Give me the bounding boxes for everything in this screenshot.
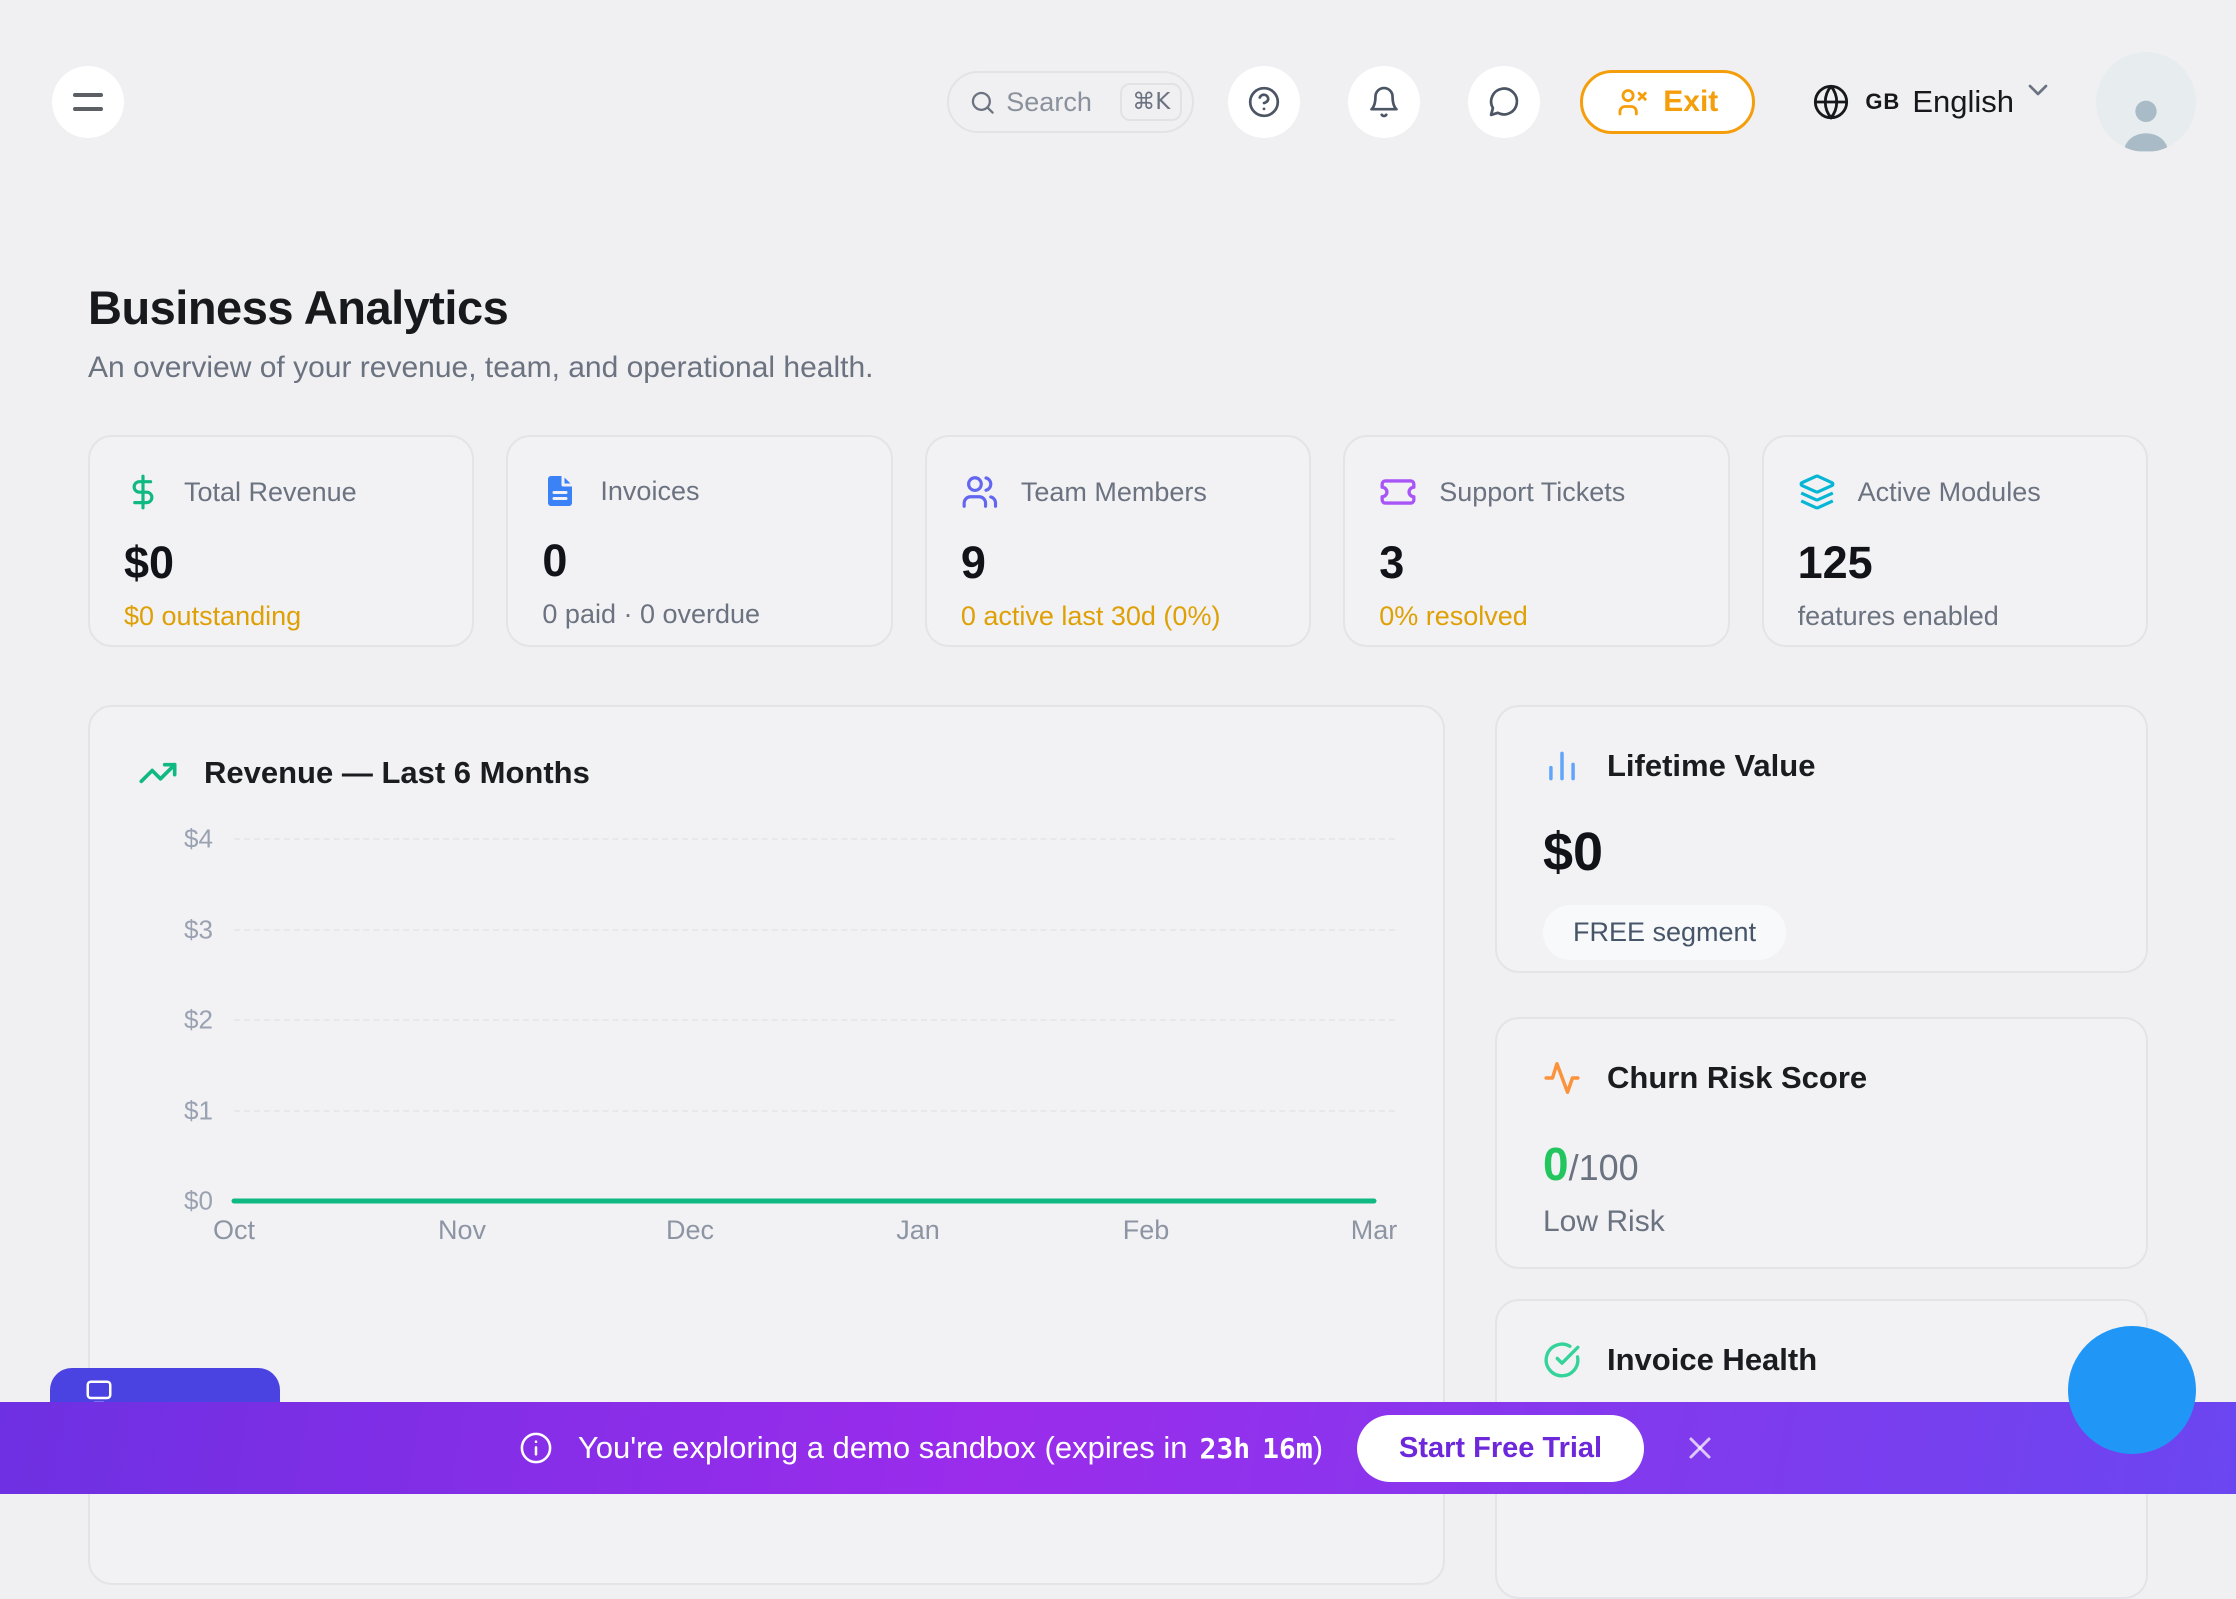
stat-label: Support Tickets	[1439, 477, 1625, 508]
stat-value: 125	[1798, 537, 2112, 589]
top-bar-actions: ⌘K Exit GB Eng	[947, 52, 2196, 152]
card-title: Invoice Health	[1607, 1342, 1817, 1378]
banner-hours: 23h	[1200, 1432, 1251, 1465]
info-icon	[518, 1430, 554, 1466]
bar-chart-icon	[1543, 747, 1581, 785]
x-tick: Mar	[1351, 1215, 1398, 1246]
x-tick: Jan	[896, 1215, 940, 1246]
search-input[interactable]	[1006, 87, 1110, 118]
user-x-icon	[1617, 86, 1649, 118]
card-title: Churn Risk Score	[1607, 1060, 1867, 1096]
invoice-file-icon	[542, 473, 578, 509]
chart-title: Revenue — Last 6 Months	[204, 755, 590, 791]
page-title: Business Analytics	[88, 280, 2148, 335]
stat-card-invoices: Invoices 0 0 paid · 0 overdue	[506, 435, 892, 647]
stat-label: Active Modules	[1858, 477, 2041, 508]
menu-button[interactable]	[52, 66, 124, 138]
stat-card-total-revenue: Total Revenue $0 $0 outstanding	[88, 435, 474, 647]
stat-card-active-modules: Active Modules 125 features enabled	[1762, 435, 2148, 647]
dollar-sign-icon	[124, 473, 162, 511]
page-subtitle: An overview of your revenue, team, and o…	[88, 351, 2148, 385]
exit-label: Exit	[1663, 85, 1718, 119]
message-bubble-icon	[1486, 84, 1522, 120]
ticket-icon	[1379, 473, 1417, 511]
revenue-line	[234, 839, 1374, 1201]
activity-icon	[1543, 1059, 1581, 1097]
churn-denominator: /100	[1569, 1147, 1639, 1188]
stat-label: Invoices	[600, 476, 699, 507]
language-code: GB	[1865, 89, 1900, 115]
stat-card-support-tickets: Support Tickets 3 0% resolved	[1343, 435, 1729, 647]
search-icon	[969, 89, 996, 116]
chat-widget-button[interactable]	[2068, 1326, 2196, 1454]
churn-level: Low Risk	[1543, 1205, 2100, 1239]
trending-up-icon	[138, 753, 178, 793]
globe-icon	[1811, 82, 1851, 122]
card-title: Lifetime Value	[1607, 748, 1815, 784]
help-button[interactable]	[1228, 66, 1300, 138]
start-free-trial-button[interactable]: Start Free Trial	[1357, 1415, 1644, 1482]
churn-score: 0/100	[1543, 1137, 2100, 1191]
exit-button[interactable]: Exit	[1580, 70, 1755, 134]
x-tick: Feb	[1123, 1215, 1170, 1246]
stat-value: 9	[961, 537, 1275, 589]
notifications-button[interactable]	[1348, 66, 1420, 138]
search-box[interactable]: ⌘K	[947, 71, 1194, 133]
language-label: English	[1912, 84, 2014, 120]
lifetime-value-card: Lifetime Value $0 FREE segment	[1495, 705, 2148, 973]
stats-row: Total Revenue $0 $0 outstanding Invoices…	[88, 435, 2148, 647]
search-shortcut-badge: ⌘K	[1120, 83, 1182, 121]
stat-sub: 0 active last 30d (0%)	[961, 601, 1275, 632]
x-tick: Oct	[213, 1215, 255, 1246]
language-selector[interactable]: GB English	[1811, 82, 2054, 122]
stat-sub: $0 outstanding	[124, 601, 438, 632]
layers-icon	[1798, 473, 1836, 511]
stat-sub: features enabled	[1798, 601, 2112, 632]
stat-label: Team Members	[1021, 477, 1207, 508]
users-icon	[961, 473, 999, 511]
top-bar: ⌘K Exit GB Eng	[0, 0, 2236, 152]
stat-value: $0	[124, 537, 438, 589]
banner-close-button[interactable]	[1682, 1430, 1718, 1466]
segment-badge: FREE segment	[1543, 905, 1786, 960]
x-tick: Dec	[666, 1215, 714, 1246]
user-silhouette-icon	[2114, 92, 2178, 152]
stat-sub: 0% resolved	[1379, 601, 1693, 632]
chat-button[interactable]	[1468, 66, 1540, 138]
help-icon	[1246, 84, 1282, 120]
check-circle-icon	[1543, 1341, 1581, 1379]
banner-message: You're exploring a demo sandbox (expires…	[578, 1430, 1323, 1466]
stat-value: 0	[542, 535, 856, 587]
demo-banner: You're exploring a demo sandbox (expires…	[0, 1402, 2236, 1494]
stat-label: Total Revenue	[184, 477, 357, 508]
stat-value: 3	[1379, 537, 1693, 589]
lifetime-value: $0	[1543, 821, 2100, 883]
bell-icon	[1366, 84, 1402, 120]
banner-minutes: 16m	[1262, 1432, 1313, 1465]
x-tick: Nov	[438, 1215, 486, 1246]
chart-plot: $4$3$2$1$0	[138, 839, 1395, 1201]
close-icon	[1682, 1430, 1718, 1466]
chart-x-axis: OctNovDecJanFebMar	[234, 1215, 1374, 1251]
churn-risk-card: Churn Risk Score 0/100 Low Risk	[1495, 1017, 2148, 1269]
stat-card-team-members: Team Members 9 0 active last 30d (0%)	[925, 435, 1311, 647]
stat-sub: 0 paid · 0 overdue	[542, 599, 856, 630]
avatar[interactable]	[2096, 52, 2196, 152]
chevron-down-icon	[2022, 74, 2054, 106]
